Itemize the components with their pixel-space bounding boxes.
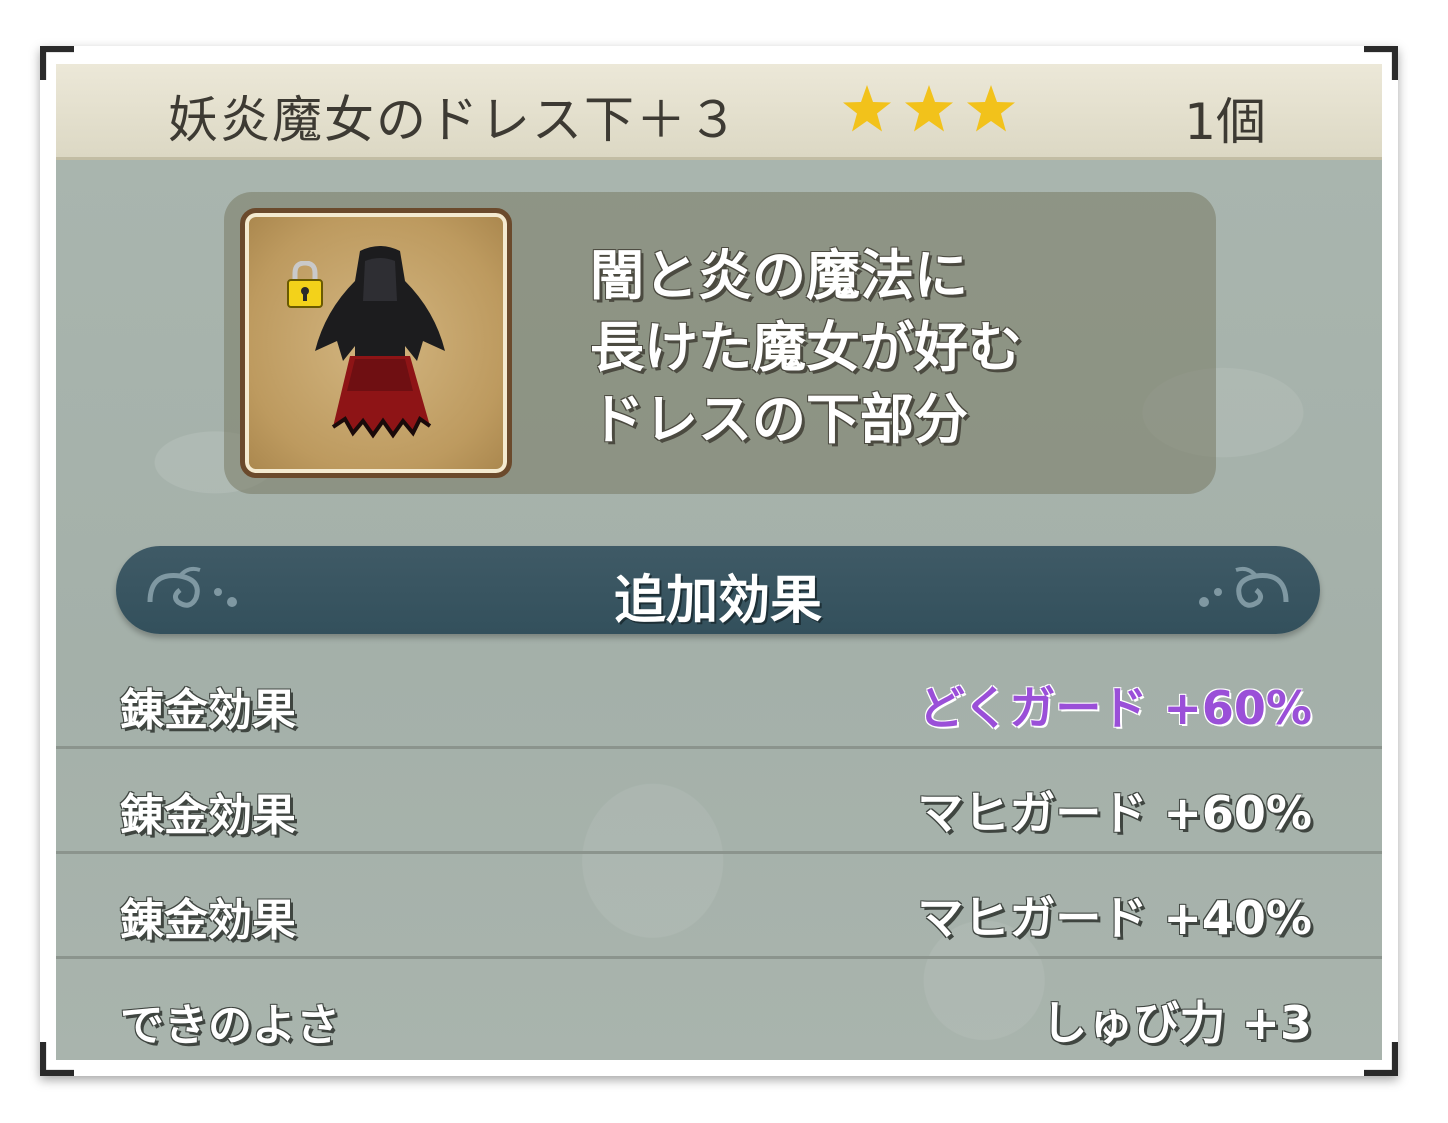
effect-label: できのよさ — [120, 1000, 340, 1051]
item-name: 妖炎魔女のドレス下＋３ — [168, 91, 740, 149]
lock-icon — [287, 261, 323, 308]
description-line: 長けた魔女が好む — [590, 316, 1022, 379]
effect-row: できのよさ しゅび力 +3 — [56, 959, 1382, 1060]
item-icon-frame[interactable] — [240, 208, 512, 478]
section-title: 追加効果 — [613, 571, 822, 631]
description-line: 闇と炎の魔法に — [590, 244, 968, 307]
effect-label: 錬金効果 — [120, 895, 296, 946]
star-icon — [905, 85, 953, 132]
effects-list: 錬金効果 どくガード +60% 錬金効果 マヒガード +60% 錬金効果 マヒガ… — [56, 644, 1382, 1060]
item-description: 闇と炎の魔法に 長けた魔女が好む ドレスの下部分 — [590, 240, 1022, 456]
item-count: 1個 — [1184, 93, 1266, 151]
rarity-stars — [842, 84, 1016, 134]
effect-value: マヒガード +60% — [917, 786, 1312, 840]
effect-label: 錬金効果 — [120, 790, 296, 841]
dress-bottom-icon — [315, 246, 445, 439]
star-icon — [843, 85, 891, 132]
effect-row: 錬金効果 どくガード +60% — [56, 644, 1382, 749]
effect-row: 錬金効果 マヒガード +60% — [56, 749, 1382, 854]
effect-value: しゅび力 +3 — [1041, 996, 1312, 1050]
ornament-swirl-icon — [1199, 566, 1289, 608]
effect-value: マヒガード +40% — [917, 891, 1312, 945]
item-header: 妖炎魔女のドレス下＋３ 1個 — [56, 64, 1382, 160]
effect-value: どくガード +60% — [918, 681, 1312, 735]
section-banner: 追加効果 — [116, 546, 1320, 634]
star-icon — [967, 85, 1015, 132]
item-detail-panel: 妖炎魔女のドレス下＋３ 1個 闇と炎の魔法に 長けた魔女が好む ドレスの下部分 … — [56, 64, 1382, 1060]
description-line: ドレスの下部分 — [590, 388, 968, 451]
effect-label: 錬金効果 — [120, 685, 296, 736]
effect-row: 錬金効果 マヒガード +40% — [56, 854, 1382, 959]
